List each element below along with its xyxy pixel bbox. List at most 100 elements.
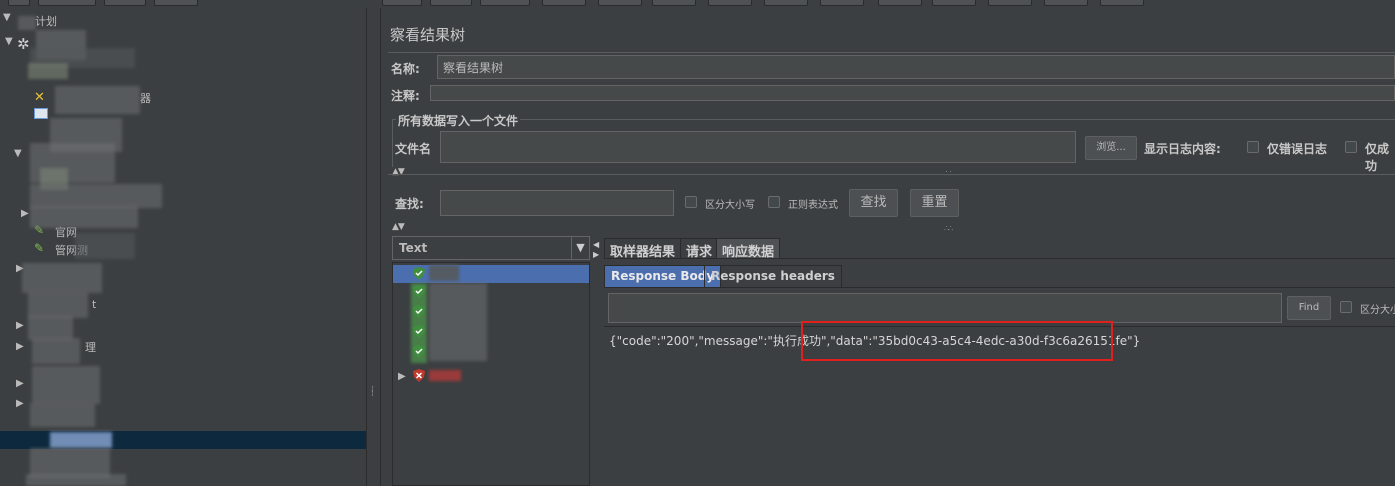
panel-title: 察看结果树: [390, 26, 466, 44]
toolbar-button[interactable]: [104, 0, 146, 6]
highlight-box: [801, 321, 1113, 361]
collapse-icon[interactable]: ▶: [16, 341, 24, 352]
reset-button[interactable]: 重置: [910, 189, 959, 217]
document-icon: [34, 108, 48, 119]
name-label: 名称:: [391, 62, 420, 76]
redacted-block: [55, 86, 140, 114]
redacted-block: [28, 316, 73, 340]
browse-button[interactable]: 浏览...: [1085, 136, 1137, 160]
expand-icon[interactable]: ▼: [5, 36, 13, 47]
toolbar-button[interactable]: [652, 0, 696, 6]
collapse-icon[interactable]: ▶: [21, 208, 29, 219]
toolbar-button[interactable]: [154, 0, 198, 6]
tab-response-data[interactable]: 响应数据: [716, 238, 781, 260]
comment-field[interactable]: [430, 85, 1395, 101]
case-sensitive-checkbox[interactable]: [685, 196, 697, 208]
expand-icon[interactable]: ▼: [14, 148, 22, 159]
pencil-icon: ✎: [34, 241, 45, 255]
redacted-block: [429, 265, 459, 281]
collapse-icon[interactable]: ▶: [398, 371, 406, 382]
success-shield-icon: [413, 267, 425, 280]
group-title: 所有数据写入一个文件: [396, 112, 521, 129]
redacted-block: [75, 233, 135, 259]
result-tree[interactable]: ▶: [392, 262, 590, 486]
name-field[interactable]: 察看结果树: [437, 55, 1395, 79]
redacted-block: [429, 370, 461, 381]
tab-divider: [604, 258, 1395, 259]
toolbar-strip: [0, 0, 1395, 8]
gear-icon: ✲: [17, 35, 30, 53]
splitter-right-icon[interactable]: ▶: [593, 250, 599, 259]
success-only-checkbox[interactable]: [1345, 141, 1357, 153]
result-splitter[interactable]: ◀ ▶: [592, 236, 602, 486]
toolbar-button[interactable]: [988, 0, 1032, 6]
toolbar-button[interactable]: [38, 0, 96, 6]
redacted-block: [28, 292, 88, 318]
toolbar-button[interactable]: [1044, 0, 1088, 6]
toolbar-button[interactable]: [430, 0, 472, 6]
toolbar-button[interactable]: [598, 0, 642, 6]
case-sensitive-label: 区分大小写: [705, 200, 755, 211]
response-case-label: 区分大小: [1360, 305, 1395, 316]
tree-root-label[interactable]: 计划: [35, 13, 57, 31]
collapse-icon[interactable]: ▶: [16, 398, 24, 409]
success-shield-icon: [413, 345, 425, 358]
errors-only-label: 仅错误日志: [1267, 142, 1328, 156]
comment-label: 注释:: [391, 89, 420, 103]
toolbar-button[interactable]: [820, 0, 864, 6]
toolbar-button[interactable]: [878, 0, 922, 6]
splitter-grip-icon: ⁞ ⁞: [371, 385, 374, 399]
splitter-left-icon[interactable]: ◀: [593, 240, 599, 249]
vertical-splitter[interactable]: ⁞ ⁞: [367, 8, 381, 486]
errors-only-checkbox[interactable]: [1247, 141, 1259, 153]
response-find-input[interactable]: [608, 293, 1282, 323]
regex-checkbox[interactable]: [768, 196, 780, 208]
toolbar-button[interactable]: [708, 0, 752, 6]
tab-request[interactable]: 请求: [680, 238, 719, 260]
tool-icon: ✕: [34, 90, 45, 105]
response-find-button[interactable]: Find: [1287, 296, 1331, 320]
find-button[interactable]: 查找: [849, 189, 898, 217]
tab-response-headers[interactable]: Response headers: [704, 265, 842, 287]
tree-item-label[interactable]: t: [92, 298, 96, 316]
expand-icon[interactable]: ▼: [3, 12, 11, 23]
log-label: 显示日志内容:: [1144, 142, 1221, 156]
toolbar-button[interactable]: [932, 0, 976, 6]
test-plan-tree[interactable]: ▼ 计划 ▼ ✲ ▼ ▶ ▶ ▶ ▶ ▶ ▶ ✕ ✎ ✎ 器 官网 管网测 t …: [0, 8, 367, 486]
tab-sampler-result[interactable]: 取样器结果: [604, 238, 682, 260]
response-case-checkbox[interactable]: [1340, 301, 1352, 313]
toolbar-button[interactable]: [8, 0, 30, 6]
redacted-block: [18, 16, 36, 30]
toolbar-button[interactable]: [764, 0, 808, 6]
toolbar-button[interactable]: [542, 0, 586, 6]
subtab-divider: [604, 287, 1395, 288]
success-shield-icon: [413, 285, 425, 298]
chevron-down-icon[interactable]: ▼: [571, 237, 589, 259]
collapse-arrows-icon[interactable]: ▲▼: [392, 222, 405, 232]
renderer-select[interactable]: Text ▼: [392, 236, 590, 260]
success-only-label: 仅成功: [1365, 142, 1390, 173]
redacted-block: [30, 184, 162, 208]
group-border: [392, 119, 393, 167]
filename-label: 文件名: [395, 142, 432, 156]
filename-field[interactable]: [440, 131, 1076, 163]
toolbar-button[interactable]: [480, 0, 530, 6]
redacted-block: [30, 206, 138, 228]
grip-icon[interactable]: ∴∴: [944, 224, 953, 233]
error-shield-icon: [413, 369, 425, 382]
redacted-block: [26, 474, 126, 486]
toolbar-button[interactable]: [1100, 0, 1144, 6]
divider: [388, 174, 1395, 175]
divider: [388, 52, 1395, 53]
collapse-icon[interactable]: ▶: [16, 320, 24, 331]
search-field[interactable]: [440, 190, 674, 216]
tree-item-label[interactable]: 理: [85, 339, 96, 357]
redacted-block: [30, 403, 95, 427]
redacted-block: [50, 432, 112, 448]
redacted-block: [429, 283, 487, 361]
toolbar-button[interactable]: [382, 0, 422, 6]
tree-item-label[interactable]: 器: [140, 90, 151, 108]
collapse-arrows-icon[interactable]: ▲▼: [392, 167, 405, 177]
redacted-block: [32, 366, 100, 404]
collapse-icon[interactable]: ▶: [16, 378, 24, 389]
